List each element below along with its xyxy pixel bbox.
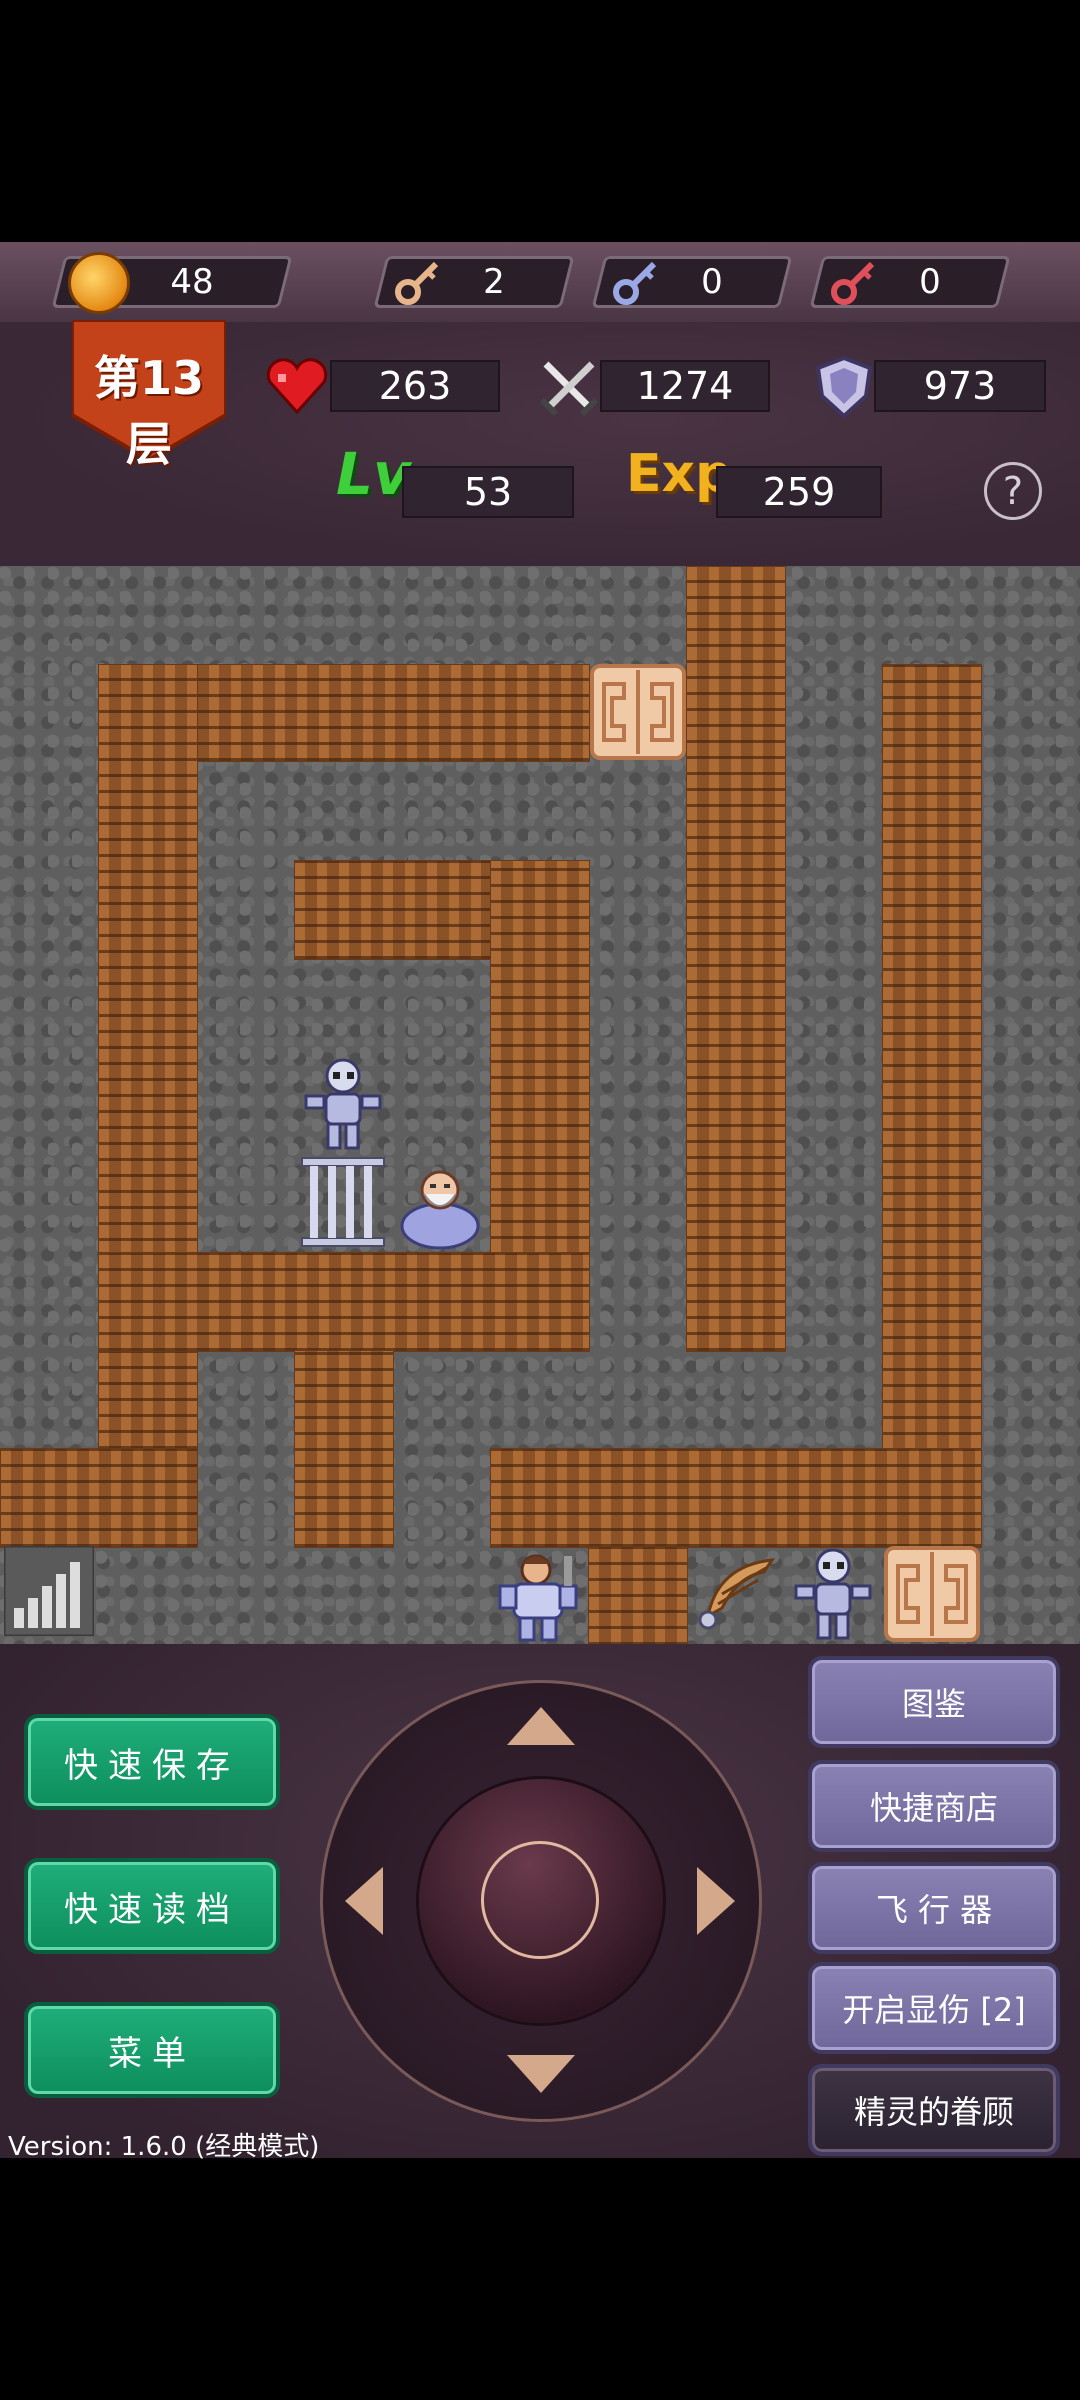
- show-damage-button[interactable]: 开启显伤 [2]: [808, 1962, 1060, 2054]
- quick-save-button[interactable]: 快速保存: [24, 1714, 280, 1810]
- exp-box: 259: [716, 466, 882, 518]
- brick-wall: [686, 566, 786, 1352]
- brick-wall: [588, 1546, 688, 1646]
- wing-item-icon[interactable]: [688, 1546, 784, 1642]
- menu-button[interactable]: 菜单: [24, 2002, 280, 2098]
- skeleton-icon[interactable]: [296, 1056, 390, 1152]
- door-icon[interactable]: [590, 664, 686, 760]
- direction-pad: [320, 1680, 762, 2122]
- flyer-button[interactable]: 飞 行 器: [808, 1862, 1060, 1954]
- exp-value: 259: [762, 470, 836, 514]
- resource-bar: 48 2 0 0: [0, 242, 1080, 324]
- signal-icon[interactable]: [4, 1546, 94, 1636]
- iron-gate-icon[interactable]: [296, 1154, 390, 1250]
- hero-icon[interactable]: [490, 1546, 588, 1644]
- quick-load-button[interactable]: 快速读档: [24, 1858, 280, 1954]
- brick-wall: [98, 1252, 590, 1352]
- tower-map[interactable]: [0, 566, 1080, 1646]
- game-screen: 48 2 0 0 第13层 263 1274 973 Lv 53 Exp 259…: [0, 242, 1080, 2162]
- down-arrow-button[interactable]: [507, 2055, 575, 2093]
- quick-shop-button[interactable]: 快捷商店: [808, 1760, 1060, 1852]
- floor-label: 第13层: [93, 351, 204, 471]
- dpad-ring: [481, 1841, 599, 1959]
- attack-box: 1274: [600, 360, 770, 412]
- brick-wall: [0, 1448, 198, 1548]
- level-label: Lv: [336, 440, 411, 508]
- skeleton-icon[interactable]: [786, 1546, 880, 1642]
- level-value: 53: [463, 470, 513, 514]
- level-box: 53: [402, 466, 574, 518]
- status-panel: 第13层 263 1274 973 Lv 53 Exp 259 ?: [0, 320, 1080, 566]
- right-arrow-button[interactable]: [697, 1867, 735, 1935]
- dpad-center-button[interactable]: [419, 1779, 663, 2023]
- hp-box: 263: [330, 360, 500, 412]
- left-arrow-button[interactable]: [345, 1867, 383, 1935]
- blue-key-icon: [613, 261, 657, 305]
- yellow-key-icon: [395, 261, 439, 305]
- heart-icon: [266, 358, 328, 414]
- spirit-blessing-button[interactable]: 精灵的眷顾: [808, 2064, 1060, 2156]
- brick-wall: [882, 664, 982, 1548]
- hp-value: 263: [378, 364, 452, 408]
- defense-box: 973: [874, 360, 1046, 412]
- help-button[interactable]: ?: [984, 462, 1042, 520]
- door-icon[interactable]: [884, 1546, 980, 1642]
- bestiary-button[interactable]: 图鉴: [808, 1656, 1060, 1748]
- attack-value: 1274: [636, 364, 734, 408]
- old-sage-icon[interactable]: [392, 1154, 488, 1250]
- up-arrow-button[interactable]: [507, 1707, 575, 1745]
- brick-wall: [490, 1448, 982, 1548]
- version-label: Version: 1.6.0 (经典模式): [8, 2132, 320, 2162]
- red-key-icon: [831, 261, 875, 305]
- crossed-swords-icon: [539, 361, 599, 417]
- controls-panel: 快速保存 快速读档 菜单 图鉴 快捷商店 飞 行 器 开启显伤 [2] 精灵的眷…: [0, 1644, 1080, 2162]
- brick-wall: [294, 1350, 394, 1548]
- gold-coin-icon: [68, 252, 130, 314]
- defense-value: 973: [923, 364, 997, 408]
- shield-icon: [815, 355, 873, 419]
